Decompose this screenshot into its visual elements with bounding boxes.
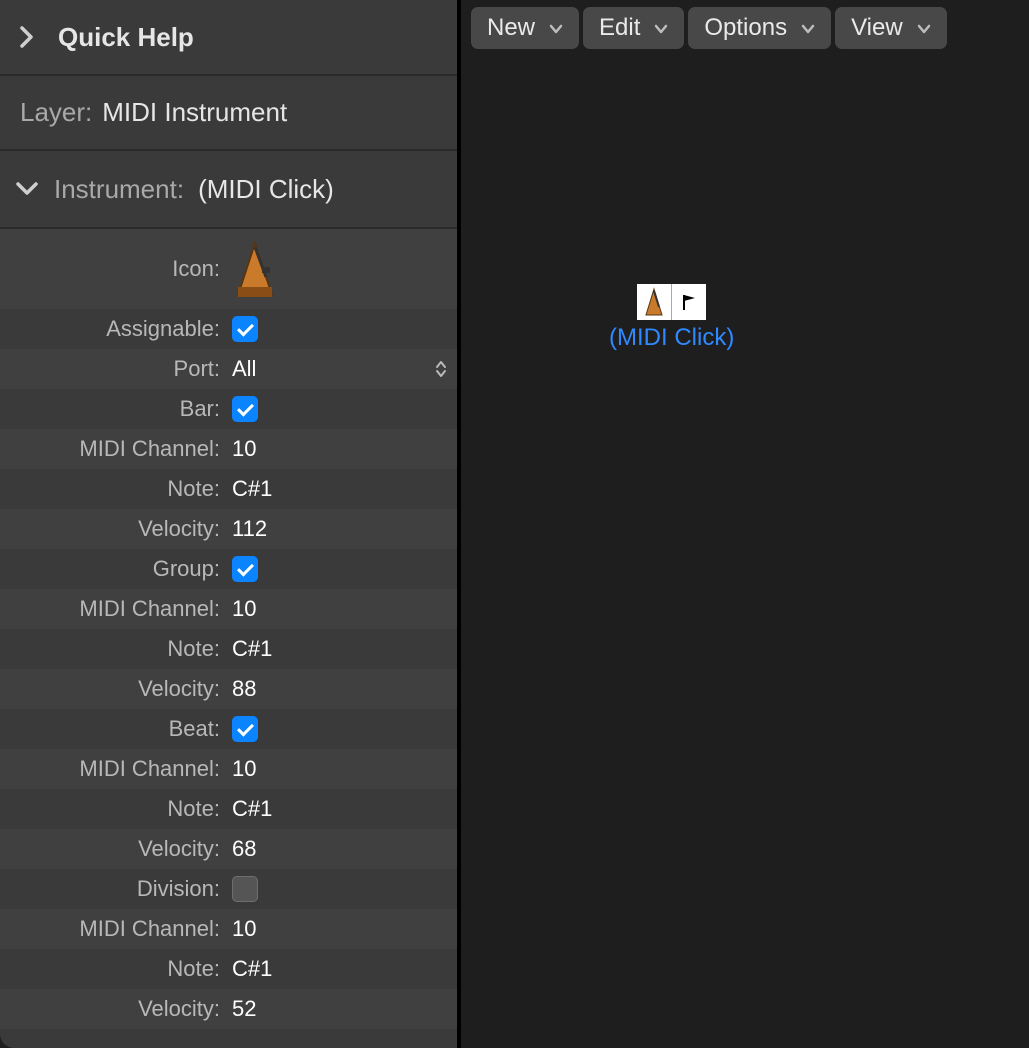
prop-division-velocity[interactable]: Velocity: 52	[0, 989, 457, 1029]
prop-value: 68	[228, 836, 457, 862]
prop-label: Velocity:	[0, 996, 228, 1022]
quick-help-header[interactable]: Quick Help	[0, 0, 457, 76]
prop-value: 52	[228, 996, 457, 1022]
quick-help-title: Quick Help	[58, 22, 194, 53]
property-list: Icon: Assignable: P	[0, 229, 457, 1029]
instrument-header[interactable]: Instrument: (MIDI Click)	[0, 151, 457, 229]
metronome-icon	[232, 237, 278, 301]
prop-label: Velocity:	[0, 676, 228, 702]
prop-label: Assignable:	[0, 316, 228, 342]
chevron-right-icon	[14, 24, 40, 50]
up-down-arrows-icon	[435, 360, 447, 378]
prop-value: 10	[228, 596, 457, 622]
prop-bar-midi-channel[interactable]: MIDI Channel: 10	[0, 429, 457, 469]
prop-label: Note:	[0, 476, 228, 502]
layer-row[interactable]: Layer: MIDI Instrument	[0, 76, 457, 151]
prop-label: MIDI Channel:	[0, 756, 228, 782]
menu-label: View	[851, 14, 903, 42]
prop-label: Note:	[0, 956, 228, 982]
environment-canvas-panel: New Edit Options View	[461, 0, 1029, 1048]
checkbox-bar[interactable]	[232, 396, 258, 422]
prop-value: C#1	[228, 796, 457, 822]
node-label: (MIDI Click)	[609, 324, 734, 352]
prop-group-note[interactable]: Note: C#1	[0, 629, 457, 669]
prop-value: 88	[228, 676, 457, 702]
prop-beat[interactable]: Beat:	[0, 709, 457, 749]
prop-icon[interactable]: Icon:	[0, 229, 457, 309]
menu-label: Options	[704, 14, 787, 42]
prop-value: C#1	[228, 636, 457, 662]
metronome-icon	[637, 284, 671, 320]
prop-label: Icon:	[0, 256, 228, 282]
prop-bar-note[interactable]: Note: C#1	[0, 469, 457, 509]
chevron-down-icon	[14, 176, 40, 202]
prop-value: 10	[228, 436, 457, 462]
chevron-down-icon	[917, 22, 931, 37]
prop-label: MIDI Channel:	[0, 436, 228, 462]
prop-value: 10	[228, 916, 457, 942]
checkbox-beat[interactable]	[232, 716, 258, 742]
prop-label: Velocity:	[0, 516, 228, 542]
prop-label: Division:	[0, 876, 228, 902]
prop-beat-midi-channel[interactable]: MIDI Channel: 10	[0, 749, 457, 789]
prop-bar[interactable]: Bar:	[0, 389, 457, 429]
prop-group-velocity[interactable]: Velocity: 88	[0, 669, 457, 709]
prop-beat-velocity[interactable]: Velocity: 68	[0, 829, 457, 869]
prop-label: MIDI Channel:	[0, 596, 228, 622]
environment-toolbar: New Edit Options View	[461, 0, 1029, 56]
port-value: All	[232, 356, 256, 382]
layer-value: MIDI Instrument	[102, 97, 287, 128]
menu-label: Edit	[599, 14, 640, 42]
output-port-icon	[671, 284, 706, 320]
prop-group-midi-channel[interactable]: MIDI Channel: 10	[0, 589, 457, 629]
checkbox-division[interactable]	[232, 876, 258, 902]
edit-menu[interactable]: Edit	[583, 7, 684, 49]
prop-label: Note:	[0, 796, 228, 822]
instrument-label: Instrument:	[54, 174, 184, 205]
inspector-panel: Quick Help Layer: MIDI Instrument Instru…	[0, 0, 461, 1048]
instrument-value: (MIDI Click)	[198, 174, 334, 205]
prop-value: 112	[228, 516, 457, 542]
prop-bar-velocity[interactable]: Velocity: 112	[0, 509, 457, 549]
prop-division-midi-channel[interactable]: MIDI Channel: 10	[0, 909, 457, 949]
prop-port[interactable]: Port: All	[0, 349, 457, 389]
prop-beat-note[interactable]: Note: C#1	[0, 789, 457, 829]
prop-assignable[interactable]: Assignable:	[0, 309, 457, 349]
prop-group[interactable]: Group:	[0, 549, 457, 589]
view-menu[interactable]: View	[835, 7, 947, 49]
environment-canvas[interactable]: (MIDI Click)	[461, 56, 1029, 1048]
prop-division[interactable]: Division:	[0, 869, 457, 909]
prop-value: C#1	[228, 476, 457, 502]
chevron-down-icon	[549, 22, 563, 37]
prop-label: Beat:	[0, 716, 228, 742]
prop-label: MIDI Channel:	[0, 916, 228, 942]
checkbox-assignable[interactable]	[232, 316, 258, 342]
prop-label: Port:	[0, 356, 228, 382]
node-box	[637, 284, 706, 320]
midi-click-node[interactable]: (MIDI Click)	[609, 284, 734, 352]
layer-label: Layer:	[20, 97, 92, 128]
checkbox-group[interactable]	[232, 556, 258, 582]
prop-value: C#1	[228, 956, 457, 982]
prop-value: 10	[228, 756, 457, 782]
prop-label: Velocity:	[0, 836, 228, 862]
prop-division-note[interactable]: Note: C#1	[0, 949, 457, 989]
prop-label: Bar:	[0, 396, 228, 422]
new-menu[interactable]: New	[471, 7, 579, 49]
chevron-down-icon	[801, 22, 815, 37]
prop-label: Note:	[0, 636, 228, 662]
chevron-down-icon	[654, 22, 668, 37]
menu-label: New	[487, 14, 535, 42]
options-menu[interactable]: Options	[688, 7, 831, 49]
prop-label: Group:	[0, 556, 228, 582]
